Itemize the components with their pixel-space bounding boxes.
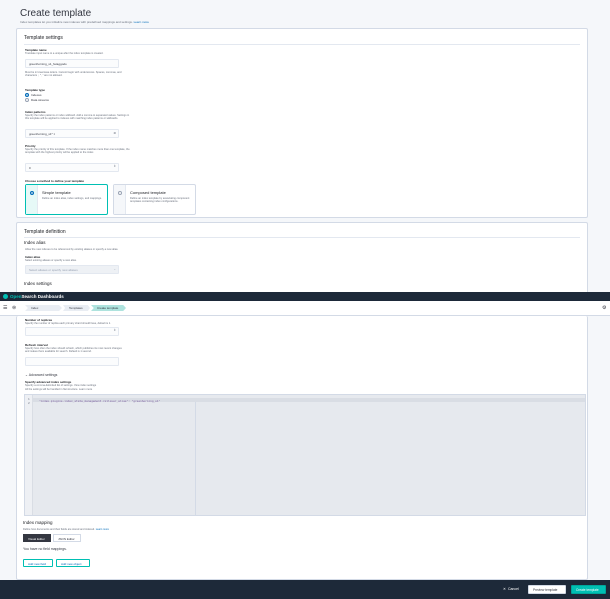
- template-name-input[interactable]: greenhorning_s1_faraggodo: [25, 59, 119, 68]
- brand-open: Open: [10, 294, 22, 299]
- template-settings-title: Template settings: [24, 35, 63, 41]
- menu-icon[interactable]: ☰: [3, 305, 7, 311]
- chevron-down-icon: ⌄: [25, 373, 28, 377]
- brand-rest: Search Dashboards: [21, 294, 64, 299]
- method-card-simple[interactable]: Simple template Define an index alias, i…: [25, 184, 108, 215]
- index-alias-select[interactable]: Select aliases or specify new aliases ⌄: [25, 265, 119, 274]
- template-type-label: Template type: [25, 88, 45, 92]
- template-settings-panel: Template settings Template name Translat…: [16, 28, 588, 218]
- card-side: [26, 185, 38, 214]
- page-header: Create template Index templates let you …: [20, 8, 149, 24]
- clear-icon[interactable]: ⊗: [113, 131, 116, 135]
- line-number-2: 2: [28, 401, 30, 405]
- no-mappings-text: You have no field mappings.: [23, 547, 67, 551]
- index-mapping-help-text: Define how documents and their fields ar…: [23, 528, 95, 531]
- template-name-help: Translate input name to a unique after t…: [25, 52, 104, 55]
- stepper-icon[interactable]: ⇕: [113, 328, 116, 332]
- refresh-interval-help: Specify how often the index should refre…: [25, 347, 122, 354]
- tab-json-editor[interactable]: JSON Editor: [53, 534, 81, 542]
- breadcrumb-index-management[interactable]: Index Management: [25, 305, 62, 311]
- template-definition-panel: Template definition Index alias Allow th…: [16, 222, 588, 294]
- advanced-help-2: All the settings will be handled in flat…: [25, 388, 93, 391]
- page-title: Create template: [20, 8, 92, 19]
- editor-divider: [195, 402, 196, 515]
- index-alias-title: Index alias: [24, 240, 46, 245]
- preview-template-button[interactable]: Preview template: [528, 585, 566, 594]
- replicas-help: Specify the number of replica each prima…: [25, 322, 111, 325]
- divider: [24, 237, 580, 238]
- method-simple-desc: Define an index alias, index settings, a…: [42, 197, 102, 200]
- radio-composed-dot: [118, 191, 122, 195]
- cancel-label: Cancel: [507, 587, 519, 591]
- editor-code-line: "index.plugins.index_state_management.ro…: [39, 399, 161, 403]
- method-label: Choose a method to define your template: [25, 179, 85, 183]
- radio-indexes[interactable]: Indexes: [25, 93, 42, 97]
- index-alias-help: Allow the new indexes to be referenced b…: [25, 248, 119, 251]
- logo-mark-icon: [3, 294, 8, 299]
- replicas-input[interactable]: ⇕: [25, 327, 119, 336]
- index-alias-sub: Select existing aliases or specify a new…: [25, 259, 77, 262]
- divider: [24, 44, 580, 45]
- gear-icon[interactable]: ⚙: [602, 305, 606, 311]
- breadcrumb-create-template: Create template: [91, 305, 126, 311]
- add-new-object-button[interactable]: Add new object: [56, 559, 90, 567]
- template-definition-title: Template definition: [24, 229, 66, 235]
- radio-indexes-dot: [25, 93, 29, 97]
- create-template-button[interactable]: Create template: [571, 585, 606, 594]
- radio-data-streams[interactable]: Data streams: [25, 98, 49, 102]
- tab-visual-editor[interactable]: Visual Editor: [23, 534, 51, 542]
- page-subtitle: Index templates let you initialize new i…: [20, 20, 149, 24]
- radio-data-streams-label: Data streams: [31, 98, 49, 102]
- card-side: [114, 185, 126, 214]
- radio-simple-dot: [30, 191, 34, 195]
- priority-value: 0: [29, 166, 31, 170]
- dock-icon[interactable]: ⊜: [12, 305, 16, 311]
- advanced-help: Specify a comma-delimited list of settin…: [25, 384, 97, 387]
- chevron-down-icon[interactable]: ⌄: [113, 267, 116, 271]
- page-subtitle-text: Index templates let you initialize new i…: [20, 20, 133, 24]
- index-patterns-help: Specify the index patterns or index wild…: [25, 114, 130, 121]
- refresh-interval-input[interactable]: [25, 357, 119, 366]
- index-pattern-chip[interactable]: greenhorning_s1* ×: [29, 132, 55, 136]
- add-new-field-button[interactable]: Add new field: [23, 559, 53, 567]
- stepper-icon[interactable]: ⇕: [113, 164, 116, 168]
- method-card-composed[interactable]: Composed template Define an index templa…: [113, 184, 196, 215]
- method-simple-title: Simple template: [42, 190, 71, 195]
- index-alias-placeholder: Select aliases or specify new aliases: [29, 268, 78, 272]
- priority-help: Specify the priority of this template. I…: [25, 148, 130, 155]
- breadcrumb-templates[interactable]: Templates: [63, 305, 90, 311]
- learn-more-link[interactable]: Learn more: [134, 20, 149, 24]
- method-composed-desc: Define an index template by associating …: [130, 197, 190, 204]
- close-icon: ✕: [503, 587, 506, 591]
- top-header-bar: OpenSearch Dashboards: [0, 292, 610, 301]
- index-settings-title: Index settings: [24, 281, 52, 286]
- index-mapping-learn-more[interactable]: Learn more: [96, 528, 109, 531]
- index-mapping-help: Define how documents and their fields ar…: [23, 528, 223, 531]
- editor-gutter: 1 2: [25, 395, 33, 515]
- bottom-action-bar: ✕ Cancel Preview template Create templat…: [0, 580, 610, 599]
- breadcrumb-bar: ☰ ⊜ Index Management Templates Create te…: [0, 301, 610, 316]
- index-patterns-input[interactable]: greenhorning_s1* × ⊗: [25, 129, 119, 138]
- method-composed-title: Composed template: [130, 190, 166, 195]
- radio-indexes-label: Indexes: [31, 93, 42, 97]
- advanced-settings-editor[interactable]: 1 2 "index.plugins.index_state_managemen…: [24, 394, 586, 516]
- cancel-button[interactable]: ✕ Cancel: [503, 587, 519, 591]
- advanced-settings-toggle[interactable]: ⌄ Advanced settings: [25, 373, 57, 377]
- priority-input[interactable]: 0 ⇕: [25, 163, 119, 172]
- app-logo[interactable]: OpenSearch Dashboards: [3, 294, 64, 299]
- index-mapping-title: Index mapping: [23, 520, 53, 525]
- template-name-constraint: Must be in lowercase letters. Cannot beg…: [25, 71, 122, 78]
- radio-data-streams-dot: [25, 98, 29, 102]
- advanced-settings-label: Advanced settings: [28, 373, 58, 377]
